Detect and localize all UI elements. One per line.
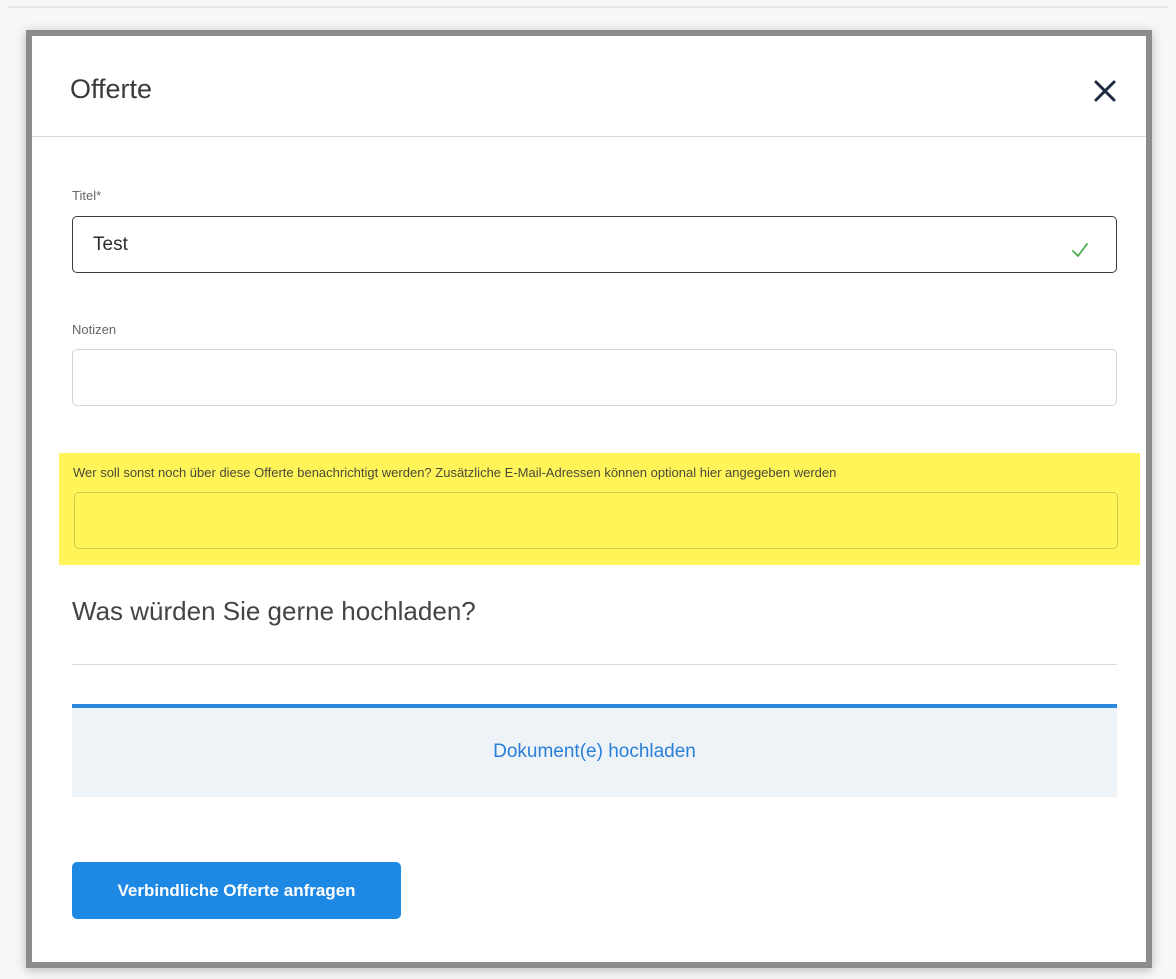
backdrop-edge bbox=[8, 6, 1168, 8]
checkmark-icon bbox=[1072, 243, 1088, 257]
close-button[interactable] bbox=[1082, 68, 1128, 114]
dialog-header: Offerte bbox=[32, 36, 1146, 137]
title-input[interactable] bbox=[72, 216, 1117, 273]
offer-dialog: Offerte Titel* Notizen Wer soll sonst no… bbox=[26, 30, 1152, 968]
notes-input[interactable] bbox=[72, 349, 1117, 406]
notes-label: Notizen bbox=[72, 322, 117, 337]
additional-emails-section: Wer soll sonst noch über diese Offerte b… bbox=[59, 453, 1140, 565]
upload-heading: Was würden Sie gerne hochladen? bbox=[72, 596, 476, 626]
title-label: Titel* bbox=[72, 188, 102, 203]
close-icon bbox=[1094, 80, 1116, 102]
additional-emails-label: Wer soll sonst noch über diese Offerte b… bbox=[73, 465, 837, 480]
section-divider bbox=[72, 664, 1117, 665]
additional-emails-input[interactable] bbox=[74, 492, 1118, 549]
upload-documents-button[interactable]: Dokument(e) hochladen bbox=[72, 704, 1117, 797]
dialog-title: Offerte bbox=[70, 74, 153, 104]
request-offer-button[interactable]: Verbindliche Offerte anfragen bbox=[72, 862, 401, 919]
upload-documents-label: Dokument(e) hochladen bbox=[493, 741, 696, 762]
